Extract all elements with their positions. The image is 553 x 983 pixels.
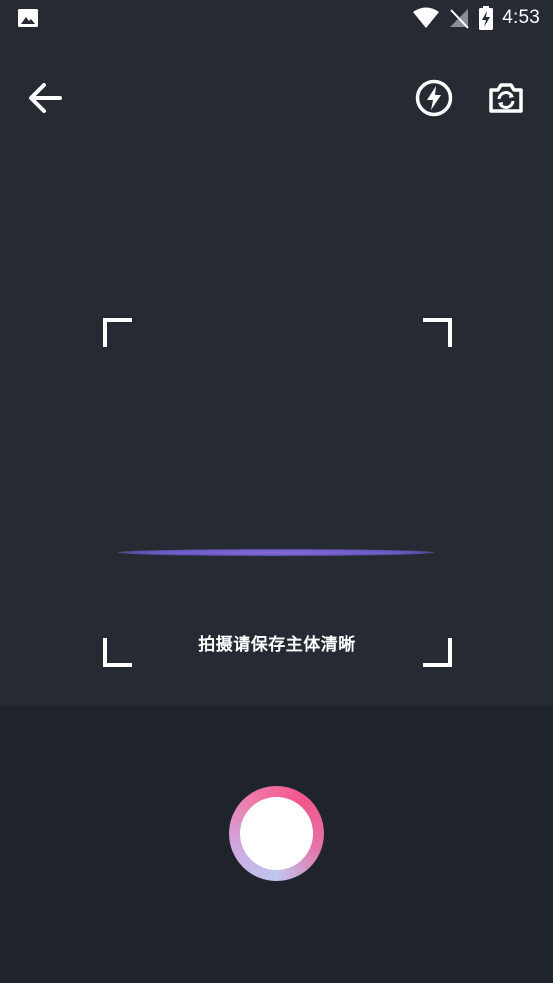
shutter-button-inner — [240, 797, 313, 870]
shutter-button[interactable] — [229, 786, 324, 881]
camera-viewfinder — [0, 38, 553, 706]
frame-corner-top-right — [423, 318, 452, 347]
status-time: 4:53 — [502, 7, 540, 28]
scan-hint-text: 拍摄请保存主体清晰 — [198, 635, 356, 655]
flash-circle-icon[interactable] — [414, 78, 454, 118]
no-signal-icon — [450, 9, 469, 29]
scan-line — [118, 549, 434, 556]
image-icon — [18, 9, 38, 27]
status-bar: 4:53 — [0, 0, 553, 38]
arrow-left-icon[interactable] — [26, 78, 66, 118]
status-icons: 4:53 — [412, 6, 540, 30]
wifi-icon — [413, 7, 440, 28]
camera-switch-icon[interactable] — [486, 78, 526, 118]
frame-corner-top-left — [103, 318, 132, 347]
battery-charging-icon — [479, 6, 494, 30]
camera-screen: 4:53 拍摄请保存主体清晰 — [0, 0, 553, 983]
